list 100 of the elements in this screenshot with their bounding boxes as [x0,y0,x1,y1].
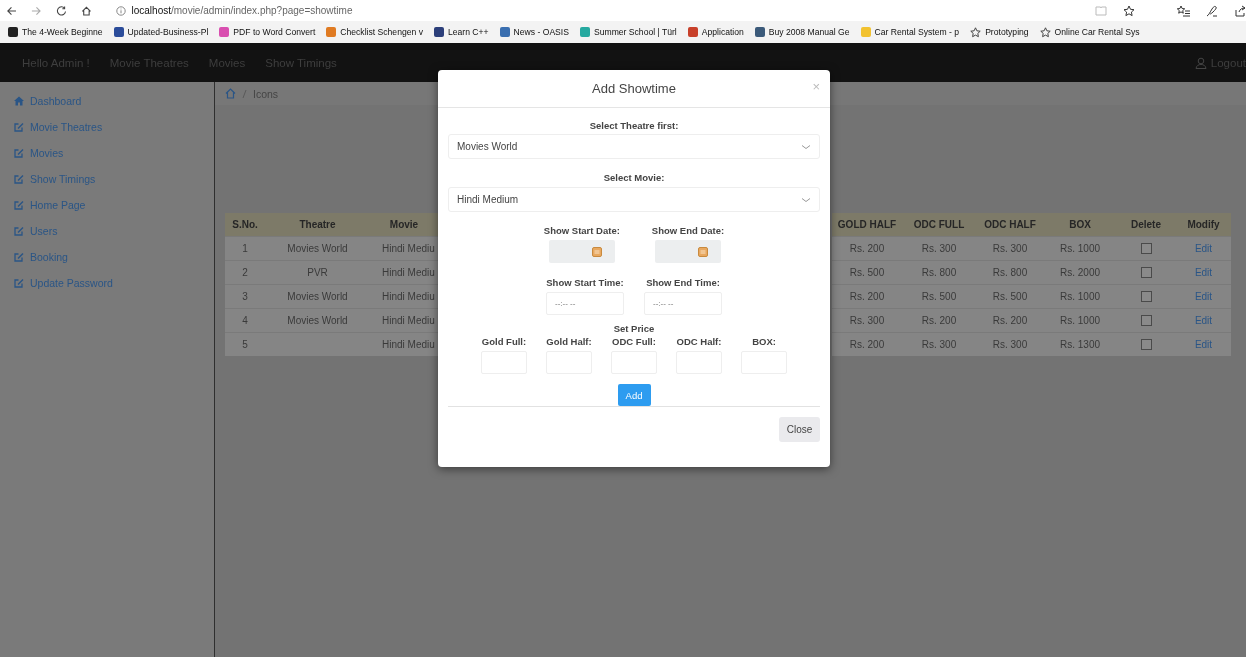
table-cell: Rs. 1300 [1044,332,1116,356]
delete-checkbox[interactable] [1140,315,1152,326]
bookmark[interactable]: Buy 2008 Manual Ge [754,27,850,37]
column-header: GOLD HALF [832,213,902,236]
favorites-icon[interactable] [1177,4,1190,17]
share-icon[interactable] [1234,4,1246,17]
sidebar-link[interactable]: Dashboard [0,88,82,114]
table-cell: Rs. 300 [976,236,1044,260]
modal-title: Add Showtime [592,81,676,96]
edit-icon [14,200,24,210]
date-field[interactable] [655,240,721,263]
table-cell: Rs. 800 [976,260,1044,284]
delete-checkbox[interactable] [1140,339,1152,350]
field-label: Select Theatre first: [589,120,679,131]
sidebar-link[interactable]: Show Timings [0,166,96,192]
table-cell: Rs. 200 [902,308,976,332]
bookmark[interactable]: Checklist Schengen v [326,27,423,37]
bookmark[interactable]: Online Car Rental Sys [1039,26,1140,38]
address-bar[interactable]: localhost/movie/admin/index.php?page=showtime [131,5,353,16]
field-label: Select Movie: [603,172,665,183]
time-field[interactable]: --:-- -- [546,292,624,315]
section-heading: Set Price [613,323,655,334]
edit-icon [14,122,24,132]
table-cell: Rs. 300 [902,236,976,260]
field-label: ODC Full: [612,336,656,347]
delete-checkbox[interactable] [1140,291,1152,302]
edit-link[interactable]: Edit [1194,339,1213,350]
bookmark[interactable]: Prototyping [970,26,1029,38]
table-cell: Rs. 200 [832,284,902,308]
field-label: ODC Half: [676,336,722,347]
table-cell: Rs. 1000 [1044,308,1116,332]
table-cell: Hindi Mediu [370,284,438,308]
table-cell: Rs. 200 [832,332,902,356]
calendar-icon[interactable] [591,246,602,257]
table-cell: Rs. 300 [832,308,902,332]
table-cell: Hindi Mediu [370,236,438,260]
bookmark[interactable]: Updated-Business-Pl [113,27,209,37]
add-button[interactable]: Add [617,384,651,406]
sidebar-link[interactable]: Update Password [0,270,113,296]
table-cell: Hindi Mediu [370,332,438,356]
star-icon [970,26,982,38]
table-cell: Rs. 1000 [1044,236,1116,260]
edit-icon [14,278,24,288]
bookmark[interactable]: The 4-Week Beginne [8,27,103,37]
table-cell: Rs. 300 [976,332,1044,356]
table-cell: Rs. 200 [976,308,1044,332]
bookmark[interactable]: Summer School | Türl [580,27,677,37]
table-cell: Rs. 500 [902,284,976,308]
info-icon[interactable] [115,5,126,16]
edit-icon [14,226,24,236]
edit-link[interactable]: Edit [1194,315,1213,326]
refresh-icon[interactable] [55,4,67,17]
home-icon [14,96,24,106]
time-field[interactable]: --:-- -- [644,292,722,315]
back-icon[interactable] [6,4,17,17]
select-field[interactable]: Hindi Medium [448,187,820,212]
star-icon [1039,26,1051,38]
select-field[interactable]: Movies World [448,134,820,159]
sidebar-link[interactable]: Movies [0,140,64,166]
bookmark[interactable]: Car Rental System - p [860,27,960,37]
reading-view-icon[interactable] [1095,4,1107,17]
close-icon[interactable]: × [812,79,820,94]
edit-icon [14,148,24,158]
table-cell: Movies World [265,284,370,308]
edit-link[interactable]: Edit [1194,267,1213,278]
bookmark[interactable]: PDF to Word Convert [219,27,316,37]
star-icon[interactable] [1123,4,1135,17]
field-label: Gold Full: [481,336,527,347]
table-cell: 3 [225,284,265,308]
sidebar-link[interactable]: Home Page [0,192,86,218]
table-cell: Rs. 1000 [1044,284,1116,308]
edit-icon [14,174,24,184]
table-cell: Rs. 300 [902,332,976,356]
bookmark[interactable]: News - OASIS [499,27,569,37]
close-button[interactable]: Close [779,417,820,442]
delete-checkbox[interactable] [1140,267,1152,278]
table-cell: 1 [225,236,265,260]
field-label: Show End Time: [646,277,720,288]
forward-icon[interactable] [30,4,42,17]
calendar-icon[interactable] [698,246,708,257]
sidebar-link[interactable]: Movie Theatres [0,114,103,140]
edit-link[interactable]: Edit [1194,291,1213,302]
chevron-down-icon [801,196,811,203]
column-header: Delete [1116,213,1176,236]
table-cell: Rs. 200 [832,236,902,260]
edit-icon [14,252,24,262]
edit-link[interactable]: Edit [1194,243,1213,254]
pen-icon[interactable] [1206,4,1218,17]
home-icon[interactable] [80,4,92,17]
column-header: Modify [1176,213,1231,236]
column-header: ODC HALF [976,213,1044,236]
sidebar-link[interactable]: Booking [0,244,68,270]
table-cell: Movies World [265,308,370,332]
date-field[interactable] [548,240,615,263]
sidebar-link[interactable]: Users [0,218,58,244]
column-header: Movie [370,213,438,236]
field-label: Show End Date: [651,225,725,236]
delete-checkbox[interactable] [1140,243,1152,254]
bookmark[interactable]: Learn C++ [433,27,489,37]
bookmark[interactable]: Application [687,27,744,37]
